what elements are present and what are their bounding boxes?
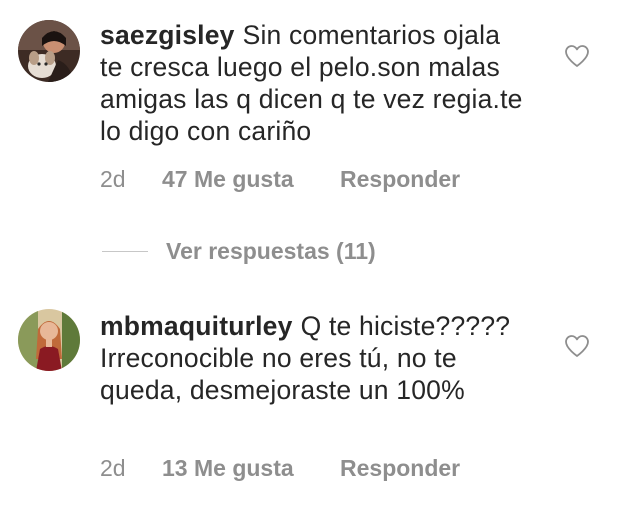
- comment-meta: 2d 13 Me gusta Responder: [100, 454, 460, 482]
- reply-button[interactable]: Responder: [340, 165, 460, 193]
- likes-count-link[interactable]: 13 Me gusta: [162, 454, 340, 482]
- avatar[interactable]: [18, 20, 80, 82]
- replies-divider-line: [102, 250, 148, 252]
- comment-username[interactable]: saezgisley: [100, 20, 235, 50]
- avatar[interactable]: [18, 309, 80, 371]
- view-replies-button[interactable]: Ver respuestas (11): [102, 236, 376, 266]
- likes-count-link[interactable]: 47 Me gusta: [162, 165, 340, 193]
- comment-text-block: mbmaquiturley Q te hiciste????? Irreconoc…: [100, 310, 530, 406]
- heart-outline-icon[interactable]: [564, 44, 590, 68]
- user-avatar-icon: [18, 20, 80, 82]
- comment-meta: 2d 47 Me gusta Responder: [100, 165, 460, 193]
- comment-text-block: saezgisley Sin comentarios ojala te cresc…: [100, 19, 530, 147]
- heart-outline-icon[interactable]: [564, 334, 590, 358]
- comment-timestamp: 2d: [100, 166, 126, 192]
- view-replies-label: Ver respuestas (11): [166, 237, 376, 264]
- reply-button[interactable]: Responder: [340, 454, 460, 482]
- user-avatar-icon: [18, 309, 80, 371]
- comment-username[interactable]: mbmaquiturley: [100, 311, 293, 341]
- comment-timestamp: 2d: [100, 455, 126, 481]
